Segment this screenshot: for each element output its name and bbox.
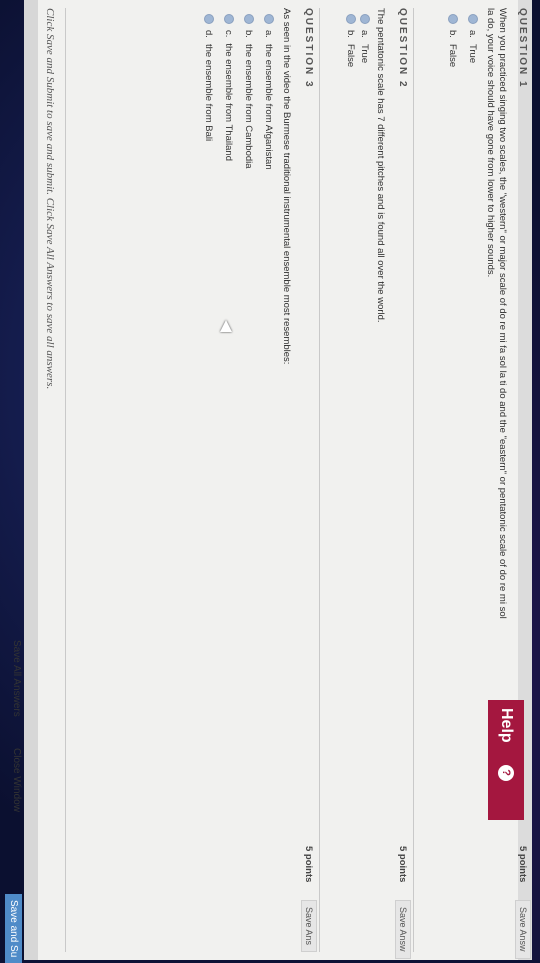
radio-button[interactable]: [448, 14, 458, 24]
option-letter: a.: [263, 30, 275, 38]
save-all-answers-button[interactable]: Save All Answers: [11, 640, 22, 717]
question-3-option-a[interactable]: a. the ensemble from Afganistan: [262, 14, 276, 170]
option-letter: b.: [345, 30, 357, 38]
option-text: the ensemble from Thailand: [223, 43, 235, 161]
option-letter: a.: [359, 30, 371, 38]
save-and-submit-button[interactable]: Save and Su: [5, 894, 22, 963]
question-3-option-c[interactable]: c. the ensemble from Thailand: [222, 14, 236, 161]
option-text: True: [359, 43, 371, 64]
question-1-header: QUESTION 1: [517, 8, 528, 89]
question-1-text-line1: When you practiced singing two scales, t…: [497, 8, 508, 619]
option-text: False: [345, 43, 357, 68]
radio-button[interactable]: [346, 14, 356, 24]
question-1-points: 5 points: [517, 846, 528, 883]
question-1-save-button[interactable]: Save Answ: [515, 900, 531, 959]
question-2-header: QUESTION 2: [397, 8, 408, 89]
option-text: the ensemble from Bali: [203, 43, 215, 142]
question-3-header: QUESTION 3: [303, 8, 314, 89]
divider: [65, 8, 66, 952]
radio-button[interactable]: [468, 14, 478, 24]
question-2-option-a[interactable]: a. True: [358, 14, 372, 63]
question-1-text-line2: la do, your voice should have gone from …: [485, 8, 496, 278]
radio-button[interactable]: [224, 14, 234, 24]
option-letter: b.: [447, 30, 459, 38]
question-3-option-d[interactable]: d. the ensemble from Bali: [202, 14, 216, 141]
question-2-text: The pentatonic scale has 7 different pit…: [375, 8, 386, 323]
radio-button[interactable]: [244, 14, 254, 24]
question-1-option-a[interactable]: a. True: [466, 14, 480, 63]
divider: [319, 8, 320, 952]
question-3-save-button[interactable]: Save Ans: [301, 900, 317, 953]
rotated-page: QUESTION 1 5 points Save Answ When you p…: [0, 0, 540, 963]
submit-instruction: Click Save and Submit to save and submit…: [44, 8, 56, 390]
bottom-strip: [24, 0, 38, 960]
radio-button[interactable]: [360, 14, 370, 24]
help-label: Help: [498, 708, 515, 743]
question-3-points: 5 points: [303, 846, 314, 883]
close-window-button[interactable]: Close Window: [11, 748, 22, 812]
help-button[interactable]: Help ?: [488, 700, 524, 820]
question-mark-icon: ?: [498, 764, 514, 781]
question-2-points: 5 points: [397, 846, 408, 883]
option-letter: d.: [203, 30, 215, 38]
question-2-option-b[interactable]: b. False: [344, 14, 358, 67]
question-3-text: As seen in the video the Burmese traditi…: [281, 8, 292, 365]
question-2-save-button[interactable]: Save Answ: [395, 900, 411, 959]
quiz-sheet: QUESTION 1 5 points Save Answ When you p…: [24, 0, 532, 960]
mouse-cursor-icon: [220, 320, 232, 332]
radio-button[interactable]: [204, 14, 214, 24]
question-1-text: When you practiced singing two scales, t…: [484, 8, 508, 619]
divider: [413, 8, 414, 952]
option-letter: c.: [223, 30, 235, 38]
option-letter: a.: [467, 30, 479, 38]
question-3-option-b[interactable]: b. the ensemble from Cambodia: [242, 14, 256, 169]
question-1-option-b[interactable]: b. False: [446, 14, 460, 67]
option-text: the ensemble from Afganistan: [263, 43, 275, 170]
option-text: the ensemble from Cambodia: [243, 43, 255, 169]
option-text: False: [447, 43, 459, 68]
radio-button[interactable]: [264, 14, 274, 24]
option-letter: b.: [243, 30, 255, 38]
option-text: True: [467, 43, 479, 64]
